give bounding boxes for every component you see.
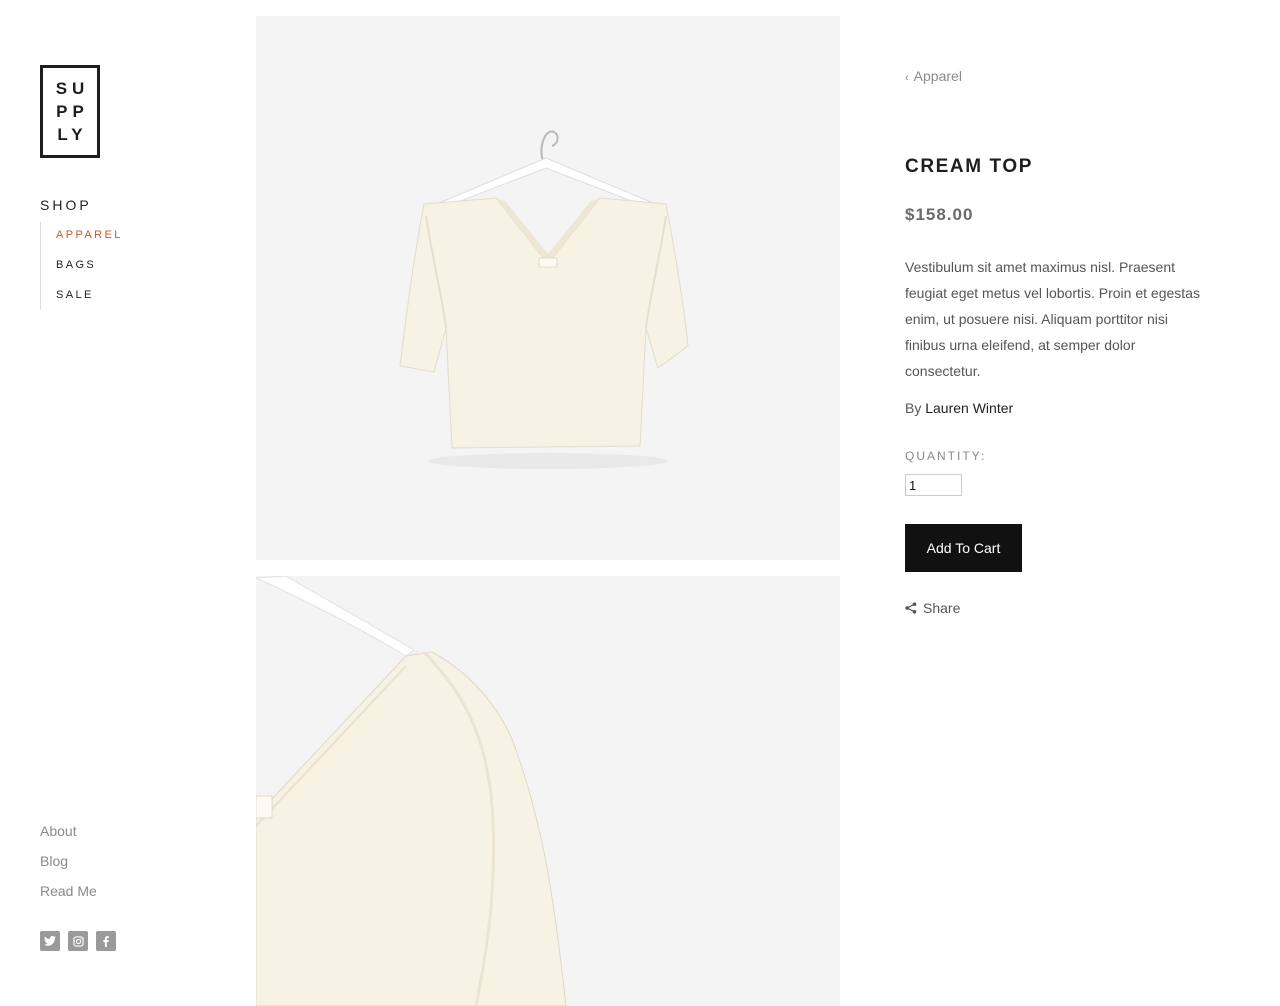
product-byline: By Lauren Winter <box>905 400 1013 416</box>
author-name: Lauren Winter <box>925 400 1014 416</box>
nav-item-sale[interactable]: SALE <box>56 282 123 312</box>
product-photo-detail[interactable] <box>256 576 840 1006</box>
shop-title[interactable]: SHOP <box>40 197 92 213</box>
quantity-input[interactable] <box>905 474 962 496</box>
footer-nav: About Blog Read Me <box>40 820 97 910</box>
cream-top-illustration <box>399 130 689 469</box>
logo-line-2: PP <box>56 101 89 121</box>
product-title: CREAM TOP <box>905 156 1034 177</box>
product-description: Vestibulum sit amet maximus nisl. Praese… <box>905 259 1200 379</box>
product-gallery <box>256 16 840 1006</box>
nav-item-apparel[interactable]: APPAREL <box>56 222 123 252</box>
facebook-icon[interactable] <box>96 931 116 951</box>
sidebar: SU PP LY SHOP APPAREL BAGS SALE About Bl… <box>0 0 230 1002</box>
social-links <box>40 931 116 951</box>
nav-item-bags[interactable]: BAGS <box>56 252 123 282</box>
byline-prefix: By <box>905 400 922 416</box>
share-icon <box>905 602 917 614</box>
product-photo-main[interactable] <box>256 16 840 560</box>
breadcrumb-back-link[interactable]: ‹ Apparel <box>905 68 962 84</box>
cream-top-closeup-illustration <box>256 576 567 1006</box>
logo-line-1: SU <box>55 78 90 98</box>
chevron-left-icon: ‹ <box>905 72 909 84</box>
footer-link-about[interactable]: About <box>40 820 97 850</box>
share-link[interactable]: Share <box>905 600 960 616</box>
logo-line-3: LY <box>57 124 88 144</box>
footer-link-read-me[interactable]: Read Me <box>40 880 97 910</box>
footer-link-blog[interactable]: Blog <box>40 850 97 880</box>
product-price: $158.00 <box>905 205 974 224</box>
shop-nav: APPAREL BAGS SALE <box>40 222 123 310</box>
breadcrumb-label: Apparel <box>913 68 962 84</box>
share-label: Share <box>923 600 961 616</box>
twitter-icon[interactable] <box>40 931 60 951</box>
quantity-label: QUANTITY: <box>905 449 987 463</box>
instagram-icon[interactable] <box>68 931 88 951</box>
add-to-cart-button[interactable]: Add To Cart <box>905 524 1022 572</box>
logo[interactable]: SU PP LY <box>40 65 100 158</box>
